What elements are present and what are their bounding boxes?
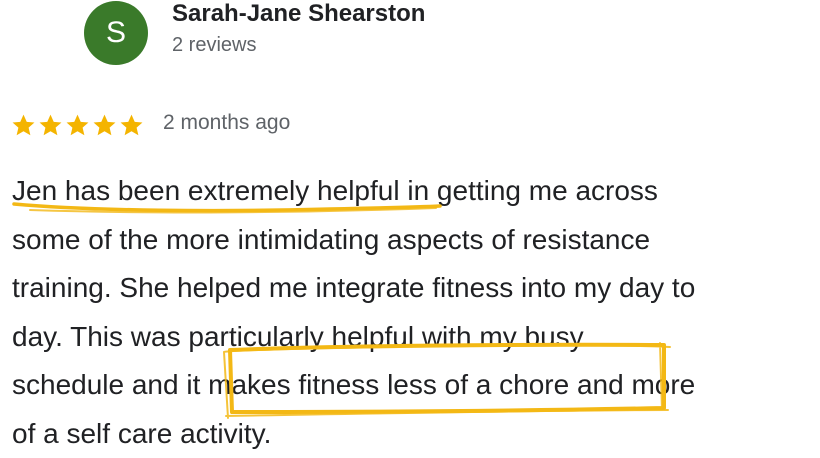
review-count: 2 reviews <box>172 34 256 57</box>
star-rating <box>11 109 146 141</box>
star-icon <box>119 113 144 138</box>
review-text-line: day. This was particularly helpful with … <box>12 313 820 362</box>
star-icon <box>65 113 90 138</box>
star-icon <box>11 113 36 138</box>
review-text-line: schedule and it makes fitness less of a … <box>12 361 820 410</box>
avatar: S <box>84 1 148 65</box>
avatar-letter: S <box>106 16 126 49</box>
review-date: 2 months ago <box>163 111 290 135</box>
review-text-line: of a self care activity. <box>12 410 820 458</box>
reviewer-name[interactable]: Sarah-Jane Shearston <box>172 0 425 28</box>
review-text: Jen has been extremely helpful in gettin… <box>12 167 820 458</box>
review-text-line: Jen has been extremely helpful in gettin… <box>12 167 820 216</box>
star-icon <box>92 113 117 138</box>
star-icon <box>38 113 63 138</box>
review-text-line: training. She helped me integrate fitnes… <box>12 264 820 313</box>
review-text-line: some of the more intimidating aspects of… <box>12 216 820 265</box>
